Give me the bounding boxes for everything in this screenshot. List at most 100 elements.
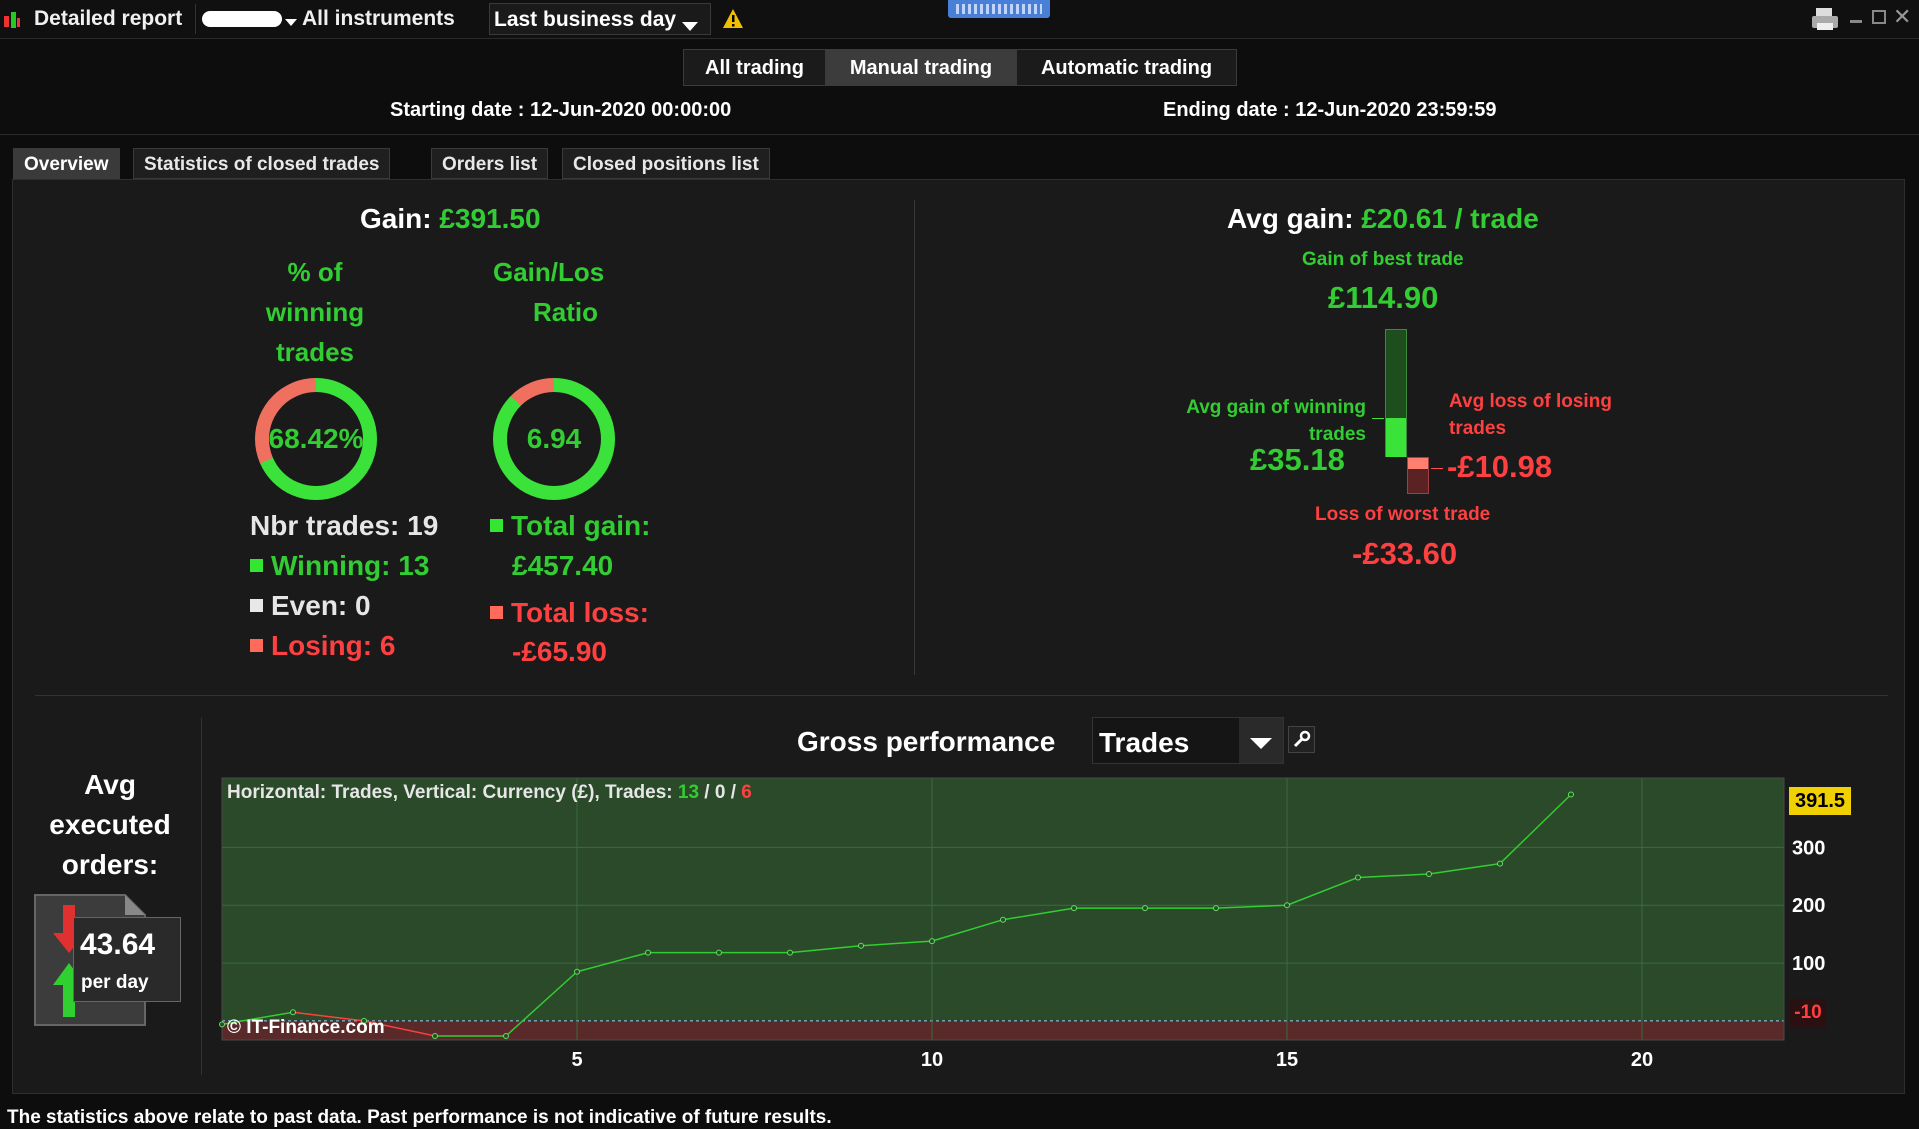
losing-count: Losing: 6 bbox=[250, 630, 395, 662]
performance-title: Gross performance bbox=[797, 726, 1056, 757]
orders-unit: per day bbox=[81, 972, 149, 993]
best-trade-value: £114.90 bbox=[1328, 280, 1439, 315]
chart-point bbox=[858, 942, 864, 949]
report-icon bbox=[3, 10, 21, 30]
orders-divider bbox=[201, 718, 202, 1075]
account-selector[interactable] bbox=[202, 11, 282, 27]
x-tick-label: 10 bbox=[921, 1049, 943, 1071]
nbr-trades: Nbr trades: 19 bbox=[250, 510, 439, 541]
gain-value: £391.50 bbox=[439, 203, 541, 234]
legend-even-count: 0 bbox=[714, 782, 726, 803]
chart-point bbox=[1142, 905, 1148, 912]
gain-label: Gain: bbox=[360, 203, 432, 234]
chart-point bbox=[1284, 902, 1290, 909]
instruments-selector[interactable]: All instruments bbox=[302, 0, 455, 38]
restore-icon[interactable] bbox=[1872, 10, 1886, 24]
performance-chart-svg: 5 10 15 20 100 200 300 bbox=[219, 777, 1825, 1071]
ratio-label-line-2: Ratio bbox=[533, 297, 598, 327]
avg-loss-value: -£10.98 bbox=[1447, 449, 1553, 484]
tab-statistics-closed-trades[interactable]: Statistics of closed trades bbox=[133, 148, 391, 179]
tab-overview[interactable]: Overview bbox=[13, 148, 120, 179]
y-tick-label: 300 bbox=[1792, 837, 1825, 859]
pct-label-line-2: winning bbox=[265, 297, 365, 327]
chart-point bbox=[1071, 905, 1077, 912]
performance-select-value: Trades bbox=[1099, 727, 1190, 758]
chart-point bbox=[574, 968, 580, 975]
total-loss-label: Total loss: bbox=[511, 597, 649, 628]
pct-label-line-1: % of bbox=[287, 257, 343, 287]
chart-point bbox=[1213, 905, 1219, 912]
minimize-icon[interactable] bbox=[1850, 20, 1862, 23]
disclaimer: The statistics above relate to past data… bbox=[7, 1107, 832, 1128]
horizontal-divider bbox=[35, 695, 1888, 696]
vertical-divider bbox=[914, 200, 915, 675]
print-icon[interactable] bbox=[1810, 6, 1840, 37]
winning-pct-value: 68.42% bbox=[268, 423, 364, 454]
avg-loss-fill bbox=[1408, 458, 1428, 469]
legend-sep-1: / bbox=[699, 782, 715, 803]
chart-watermark: © IT-Finance.com bbox=[227, 1017, 385, 1038]
x-tick-label: 5 bbox=[571, 1049, 582, 1071]
tab-all-trading[interactable]: All trading bbox=[683, 49, 826, 86]
tab-orders-list[interactable]: Orders list bbox=[431, 148, 549, 179]
tab-closed-positions-list[interactable]: Closed positions list bbox=[562, 148, 770, 179]
avg-loss-label-line-1: Avg loss of losing bbox=[1449, 391, 1612, 412]
report-title: Detailed report bbox=[34, 7, 183, 30]
avg-win-label-line-1: Avg gain of winning bbox=[1186, 397, 1366, 418]
total-gain-legend-square bbox=[490, 519, 503, 533]
tab-automatic-trading[interactable]: Automatic trading bbox=[1016, 49, 1237, 86]
avg-win-bar bbox=[1386, 418, 1406, 457]
total-loss: Total loss: bbox=[490, 597, 649, 629]
last-value-badge: 391.5 bbox=[1789, 787, 1851, 815]
losing-text: Losing: 6 bbox=[271, 630, 396, 661]
performance-chart: 5 10 15 20 100 200 300 Horizontal: Trades, Ver… bbox=[219, 777, 1825, 1071]
chart-point bbox=[1355, 874, 1361, 881]
divider bbox=[0, 134, 1919, 135]
avg-win-value: £35.18 bbox=[1250, 442, 1345, 477]
chart-point bbox=[929, 938, 935, 945]
legend-win-count: 13 bbox=[677, 782, 700, 803]
orders-label-line-2: executed bbox=[49, 809, 171, 840]
winning-text: Winning: 13 bbox=[271, 550, 430, 581]
ratio-label-line-1: Gain/Los bbox=[493, 257, 605, 287]
pct-label-line-3: trades bbox=[275, 337, 355, 367]
chart-point bbox=[1000, 916, 1006, 923]
chart-point bbox=[290, 1009, 296, 1016]
chart-point bbox=[1568, 791, 1574, 798]
worst-trade-label: Loss of worst trade bbox=[1315, 504, 1491, 525]
performance-select[interactable]: Trades bbox=[1092, 717, 1284, 764]
avg-loss-label: Avg loss of losing trades bbox=[1449, 388, 1612, 442]
avg-gain-label: Avg gain: bbox=[1227, 203, 1354, 234]
avg-win-pointer bbox=[1372, 418, 1384, 419]
legend-loss-count: 6 bbox=[741, 782, 752, 803]
wrench-icon[interactable] bbox=[1288, 726, 1315, 753]
chevron-down-icon[interactable] bbox=[285, 14, 297, 32]
losing-legend-square bbox=[250, 639, 263, 653]
avg-orders-label: Avg executed orders: bbox=[20, 765, 200, 885]
best-trade-label: Gain of best trade bbox=[1302, 249, 1464, 270]
legend-sep-2: / bbox=[725, 782, 742, 803]
avg-win-label: Avg gain of winning trades bbox=[1120, 394, 1366, 448]
even-legend-square bbox=[250, 599, 263, 613]
chart-negative-area bbox=[222, 1020, 1784, 1040]
progress-indicator bbox=[948, 0, 1050, 18]
toolbar: Detailed report All instruments Last bus… bbox=[0, 0, 1919, 39]
orders-value: 43.64 bbox=[80, 928, 156, 961]
select-dropdown-button[interactable] bbox=[1239, 718, 1283, 763]
y-tick-label: 200 bbox=[1792, 895, 1825, 917]
period-select[interactable]: Last business day bbox=[489, 3, 711, 35]
chart-point bbox=[219, 1021, 225, 1028]
tab-manual-trading[interactable]: Manual trading bbox=[826, 49, 1016, 86]
avg-gain-summary: Avg gain: £20.61 / trade bbox=[1227, 203, 1539, 235]
close-icon[interactable]: ✕ bbox=[1893, 4, 1911, 30]
gain-summary: Gain: £391.50 bbox=[360, 203, 541, 235]
warning-icon[interactable] bbox=[722, 8, 744, 35]
winning-legend-square bbox=[250, 559, 263, 573]
gain-loss-ratio-label: Gain/Los Ratio bbox=[493, 252, 618, 332]
chart-point bbox=[1497, 860, 1503, 867]
total-loss-legend-square bbox=[490, 606, 503, 620]
winning-count: Winning: 13 bbox=[250, 550, 429, 582]
orders-label-line-1: Avg bbox=[84, 769, 136, 800]
chart-legend: Horizontal: Trades, Vertical: Currency (… bbox=[227, 782, 752, 804]
x-tick-label: 15 bbox=[1276, 1049, 1298, 1071]
